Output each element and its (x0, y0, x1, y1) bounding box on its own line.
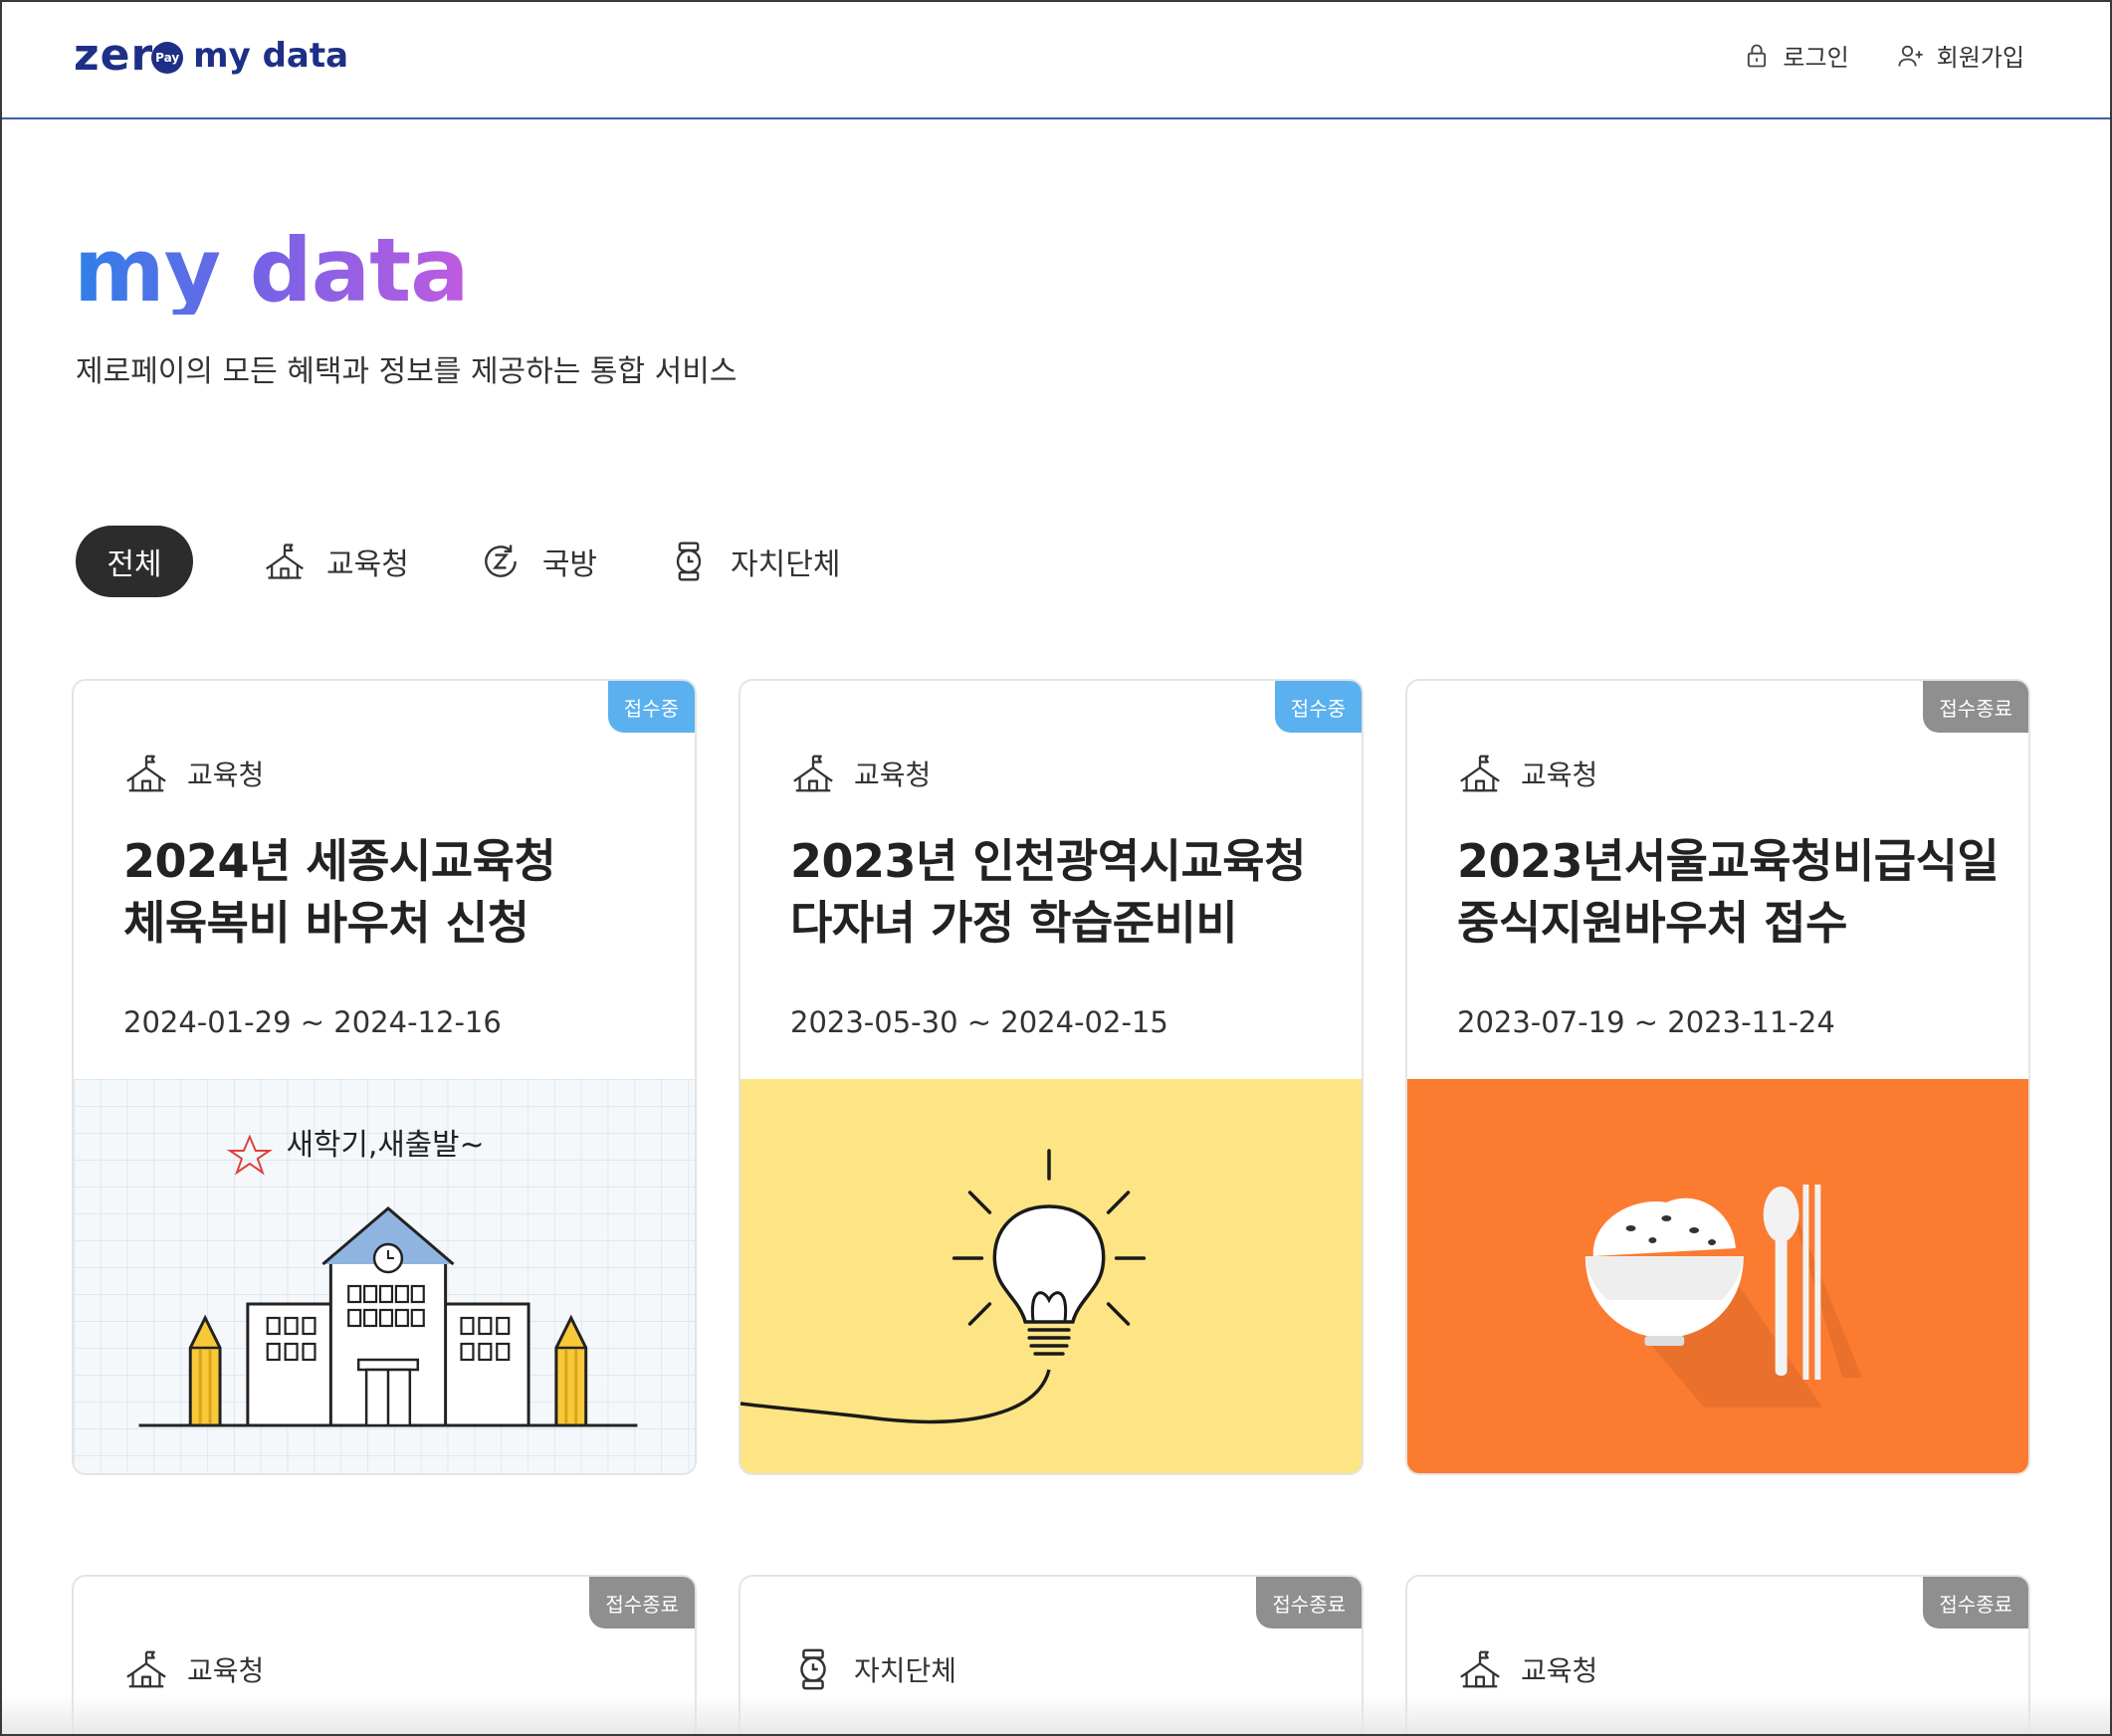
card-title-line: 2024년 세종시교육청 (123, 834, 556, 888)
logo-zero-text: zer (74, 30, 154, 81)
card-title-line: 체육복비 바우처 신청 (123, 896, 529, 950)
header-nav: 로그인 회원가입 (1743, 38, 2024, 73)
school-icon (1460, 1650, 1500, 1688)
login-label: 로그인 (1783, 44, 1849, 72)
card-title: 2023년서울교육청비급식일 중식지원바우처 접수 (1457, 830, 2014, 954)
status-badge: 접수종료 (1256, 1577, 1362, 1628)
scroll-fade (2, 1694, 2110, 1734)
tab-education-office[interactable]: 교육청 (263, 540, 409, 583)
card-title-line: 다자녀 가정 학습준비비 (790, 896, 1238, 950)
tab-local-government-label: 자치단체 (731, 547, 841, 582)
zeropay-mydata-logo[interactable]: zer Pay my data (74, 30, 348, 82)
page: zer Pay my data 로그인 회원가입 my data 제로페이의 모… (0, 0, 2112, 1736)
illustration-caption: 새학기,새출발~ (287, 1128, 485, 1163)
school-icon (266, 543, 304, 579)
logo-mydata-text: my data (193, 36, 349, 76)
card-category-label: 교육청 (854, 759, 932, 791)
card-title-line: 2023년 인천광역시교육청 (790, 834, 1306, 888)
card-date-range: 2024-01-29 ~ 2024-12-16 (123, 1005, 502, 1039)
card-category: 교육청 (123, 751, 264, 796)
card-category-label: 교육청 (187, 759, 265, 791)
school-icon (793, 755, 833, 792)
tab-local-government[interactable]: 자치단체 (667, 540, 840, 583)
card-category-label: 교육청 (1521, 759, 1598, 791)
status-badge: 접수종료 (1923, 681, 2028, 733)
card-title-line: 2023년서울교육청비급식일 (1457, 834, 2000, 888)
school-illustration: 새학기,새출발~ (74, 1079, 695, 1473)
military-icon (484, 544, 517, 577)
signup-link[interactable]: 회원가입 (1897, 38, 2024, 73)
school-icon (126, 1650, 166, 1688)
status-badge: 접수종료 (589, 1577, 695, 1628)
tab-military-label: 국방 (541, 547, 598, 582)
rice-bowl-illustration (1407, 1079, 2028, 1473)
card-category-label: 교육청 (1521, 1654, 1598, 1687)
status-badge: 접수종료 (1923, 1577, 2028, 1628)
card-title: 2023년 인천광역시교육청 다자녀 가정 학습준비비 (790, 830, 1348, 954)
signup-label: 회원가입 (1936, 44, 2024, 72)
add-user-icon (1898, 45, 1923, 67)
voucher-card[interactable]: 접수종료 교육청 2023년서울교육청비급식일 중식지원바우처 접수 2023-… (1405, 679, 2030, 1475)
page-subtitle: 제로페이의 모든 혜택과 정보를 제공하는 통합 서비스 (76, 354, 738, 389)
login-link[interactable]: 로그인 (1743, 38, 1849, 73)
card-title-line: 중식지원바우처 접수 (1457, 896, 1847, 950)
card-category: 교육청 (790, 751, 931, 796)
voucher-card[interactable]: 접수중 교육청 2024년 세종시교육청 체육복비 바우처 신청 2024-01… (72, 679, 697, 1475)
watch-icon (800, 1648, 826, 1690)
logo-pay-circle: Pay (151, 42, 184, 74)
tab-military[interactable]: 국방 (479, 540, 597, 583)
status-badge: 접수중 (607, 681, 695, 733)
school-icon (126, 755, 166, 792)
page-title: my data (74, 219, 470, 322)
card-title: 2024년 세종시교육청 체육복비 바우처 신청 (123, 830, 681, 954)
card-date-range: 2023-05-30 ~ 2024-02-15 (790, 1005, 1168, 1039)
status-badge: 접수중 (1274, 681, 1362, 733)
school-icon (1460, 755, 1500, 792)
category-tabs: 전체 교육청 국방 자치단체 (76, 526, 910, 597)
lightbulb-illustration (740, 1079, 1362, 1473)
card-category: 교육청 (123, 1646, 264, 1692)
card-category: 자치단체 (790, 1646, 956, 1692)
card-category: 교육청 (1457, 751, 1597, 796)
tab-education-office-label: 교육청 (326, 547, 409, 582)
watch-icon (676, 542, 702, 581)
top-header: zer Pay my data 로그인 회원가입 (2, 2, 2110, 119)
tab-all[interactable]: 전체 (76, 526, 193, 597)
voucher-card[interactable]: 접수중 교육청 2023년 인천광역시교육청 다자녀 가정 학습준비비 2023… (739, 679, 1364, 1475)
card-category-label: 교육청 (187, 1654, 265, 1687)
card-category-label: 자치단체 (854, 1654, 957, 1687)
lock-icon (1748, 44, 1767, 67)
card-category: 교육청 (1457, 1646, 1597, 1692)
card-date-range: 2023-07-19 ~ 2023-11-24 (1457, 1005, 1835, 1039)
